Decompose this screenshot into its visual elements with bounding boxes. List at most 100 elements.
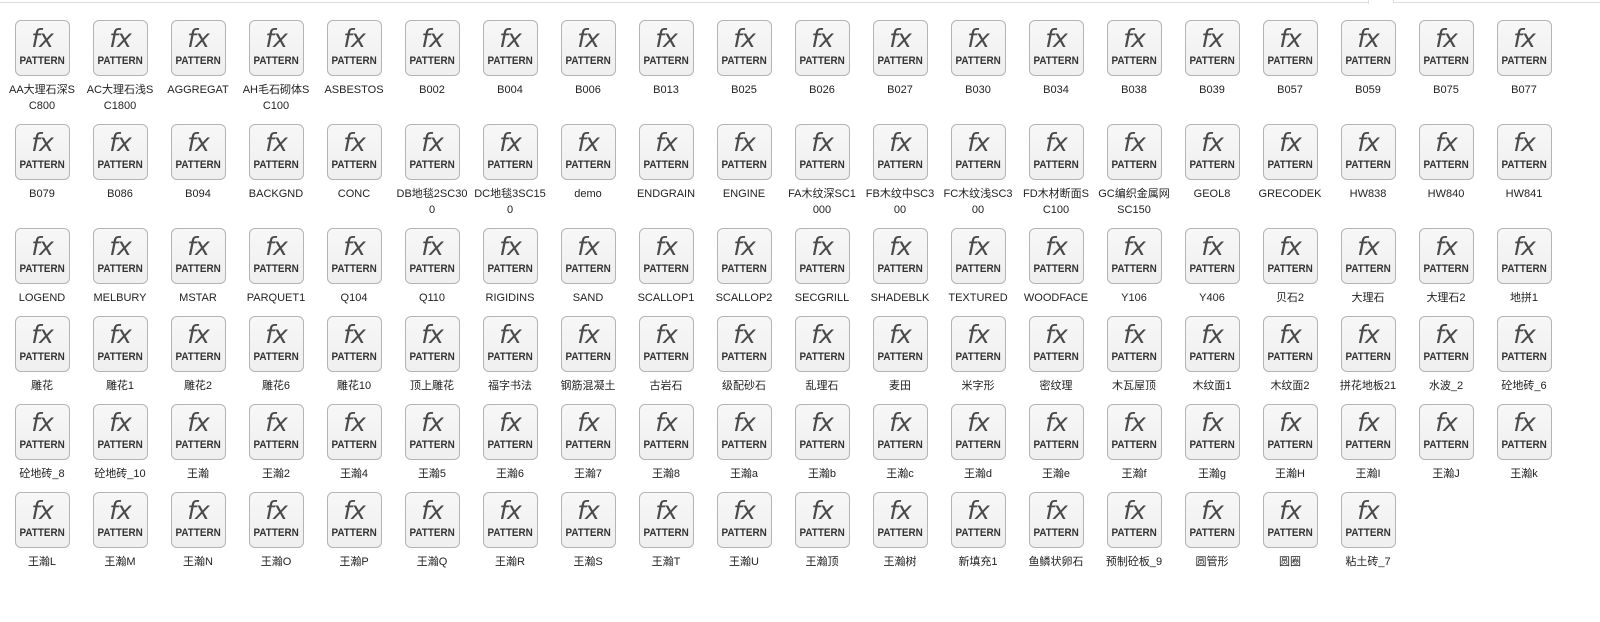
file-item[interactable]: fx PATTERN B075 — [1407, 20, 1485, 114]
file-item[interactable]: fx PATTERN 木纹面2 — [1251, 316, 1329, 394]
file-item[interactable]: fx PATTERN B039 — [1173, 20, 1251, 114]
file-item[interactable]: fx PATTERN B059 — [1329, 20, 1407, 114]
file-item[interactable]: fx PATTERN 王瀚H — [1251, 404, 1329, 482]
file-item[interactable]: fx PATTERN Y406 — [1173, 228, 1251, 306]
file-item[interactable]: fx PATTERN AA大理石深SC800 — [3, 20, 81, 114]
search-box[interactable] — [1393, 0, 1600, 3]
file-item[interactable]: fx PATTERN 砼地砖_6 — [1485, 316, 1563, 394]
file-item[interactable]: fx PATTERN 王瀚5 — [393, 404, 471, 482]
file-item[interactable]: fx PATTERN 砼地砖_10 — [81, 404, 159, 482]
file-item[interactable]: fx PATTERN 雕花1 — [81, 316, 159, 394]
file-item[interactable]: fx PATTERN 圆圈 — [1251, 492, 1329, 570]
file-item[interactable]: fx PATTERN 王瀚k — [1485, 404, 1563, 482]
file-item[interactable]: fx PATTERN B030 — [939, 20, 1017, 114]
file-item[interactable]: fx PATTERN 砼地砖_8 — [3, 404, 81, 482]
file-item[interactable]: fx PATTERN B013 — [627, 20, 705, 114]
file-item[interactable]: fx PATTERN AC大理石浅SC1800 — [81, 20, 159, 114]
file-item[interactable]: fx PATTERN 米字形 — [939, 316, 1017, 394]
file-item[interactable]: fx PATTERN B086 — [81, 124, 159, 218]
file-item[interactable]: fx PATTERN 贝石2 — [1251, 228, 1329, 306]
file-item[interactable]: fx PATTERN MSTAR — [159, 228, 237, 306]
file-item[interactable]: fx PATTERN SHADEBLK — [861, 228, 939, 306]
file-item[interactable]: fx PATTERN SECGRILL — [783, 228, 861, 306]
file-item[interactable]: fx PATTERN BACKGND — [237, 124, 315, 218]
file-item[interactable]: fx PATTERN WOODFACE — [1017, 228, 1095, 306]
file-item[interactable]: fx PATTERN LOGEND — [3, 228, 81, 306]
file-item[interactable]: fx PATTERN 王瀚N — [159, 492, 237, 570]
file-item[interactable]: fx PATTERN 水波_2 — [1407, 316, 1485, 394]
file-item[interactable]: fx PATTERN RIGIDINS — [471, 228, 549, 306]
file-item[interactable]: fx PATTERN 乱理石 — [783, 316, 861, 394]
file-item[interactable]: fx PATTERN ENDGRAIN — [627, 124, 705, 218]
file-item[interactable]: fx PATTERN 雕花2 — [159, 316, 237, 394]
file-item[interactable]: fx PATTERN AH毛石砌体SC100 — [237, 20, 315, 114]
file-item[interactable]: fx PATTERN Q104 — [315, 228, 393, 306]
file-item[interactable]: fx PATTERN B034 — [1017, 20, 1095, 114]
file-item[interactable]: fx PATTERN 王瀚P — [315, 492, 393, 570]
file-item[interactable]: fx PATTERN B057 — [1251, 20, 1329, 114]
file-item[interactable]: fx PATTERN 新填充1 — [939, 492, 1017, 570]
file-item[interactable]: fx PATTERN 雕花6 — [237, 316, 315, 394]
file-item[interactable]: fx PATTERN 鱼鳞状卵石 — [1017, 492, 1095, 570]
file-item[interactable]: fx PATTERN FC木纹浅SC300 — [939, 124, 1017, 218]
file-item[interactable]: fx PATTERN GEOL8 — [1173, 124, 1251, 218]
file-item[interactable]: fx PATTERN 福字书法 — [471, 316, 549, 394]
file-item[interactable]: fx PATTERN 预制砼板_9 — [1095, 492, 1173, 570]
file-item[interactable]: fx PATTERN 密纹理 — [1017, 316, 1095, 394]
file-item[interactable]: fx PATTERN 王瀚R — [471, 492, 549, 570]
file-item[interactable]: fx PATTERN 王瀚e — [1017, 404, 1095, 482]
address-bar[interactable] — [0, 0, 1368, 3]
file-item[interactable]: fx PATTERN 王瀚d — [939, 404, 1017, 482]
file-item[interactable]: fx PATTERN 王瀚S — [549, 492, 627, 570]
file-item[interactable]: fx PATTERN DB地毯2SC300 — [393, 124, 471, 218]
file-item[interactable]: fx PATTERN 王瀚f — [1095, 404, 1173, 482]
file-item[interactable]: fx PATTERN HW840 — [1407, 124, 1485, 218]
file-item[interactable]: fx PATTERN B079 — [3, 124, 81, 218]
file-item[interactable]: fx PATTERN ASBESTOS — [315, 20, 393, 114]
file-item[interactable]: fx PATTERN 顶上雕花 — [393, 316, 471, 394]
file-item[interactable]: fx PATTERN 王瀚a — [705, 404, 783, 482]
file-item[interactable]: fx PATTERN SCALLOP1 — [627, 228, 705, 306]
file-item[interactable]: fx PATTERN 王瀚顶 — [783, 492, 861, 570]
file-item[interactable]: fx PATTERN B094 — [159, 124, 237, 218]
file-item[interactable]: fx PATTERN 木瓦屋顶 — [1095, 316, 1173, 394]
file-item[interactable]: fx PATTERN DC地毯3SC150 — [471, 124, 549, 218]
file-item[interactable]: fx PATTERN FA木纹深SC1000 — [783, 124, 861, 218]
file-item[interactable]: fx PATTERN CONC — [315, 124, 393, 218]
file-item[interactable]: fx PATTERN 粘土砖_7 — [1329, 492, 1407, 570]
file-item[interactable]: fx PATTERN 王瀚b — [783, 404, 861, 482]
file-item[interactable]: fx PATTERN B026 — [783, 20, 861, 114]
file-item[interactable]: fx PATTERN PARQUET1 — [237, 228, 315, 306]
file-item[interactable]: fx PATTERN B038 — [1095, 20, 1173, 114]
file-item[interactable]: fx PATTERN HW841 — [1485, 124, 1563, 218]
file-item[interactable]: fx PATTERN 王瀚4 — [315, 404, 393, 482]
file-item[interactable]: fx PATTERN Q110 — [393, 228, 471, 306]
file-item[interactable]: fx PATTERN 王瀚2 — [237, 404, 315, 482]
file-item[interactable]: fx PATTERN 王瀚7 — [549, 404, 627, 482]
file-item[interactable]: fx PATTERN 圆管形 — [1173, 492, 1251, 570]
file-item[interactable]: fx PATTERN 雕花 — [3, 316, 81, 394]
file-item[interactable]: fx PATTERN B025 — [705, 20, 783, 114]
file-item[interactable]: fx PATTERN B002 — [393, 20, 471, 114]
file-item[interactable]: fx PATTERN 拼花地板21 — [1329, 316, 1407, 394]
file-item[interactable]: fx PATTERN 王瀚c — [861, 404, 939, 482]
file-item[interactable]: fx PATTERN 大理石2 — [1407, 228, 1485, 306]
file-item[interactable]: fx PATTERN 王瀚6 — [471, 404, 549, 482]
file-item[interactable]: fx PATTERN B006 — [549, 20, 627, 114]
file-item[interactable]: fx PATTERN 钢筋混凝土 — [549, 316, 627, 394]
file-item[interactable]: fx PATTERN 王瀚8 — [627, 404, 705, 482]
file-item[interactable]: fx PATTERN 王瀚M — [81, 492, 159, 570]
file-item[interactable]: fx PATTERN ENGINE — [705, 124, 783, 218]
file-item[interactable]: fx PATTERN 雕花10 — [315, 316, 393, 394]
file-item[interactable]: fx PATTERN GRECODEK — [1251, 124, 1329, 218]
file-item[interactable]: fx PATTERN 王瀚树 — [861, 492, 939, 570]
file-item[interactable]: fx PATTERN SCALLOP2 — [705, 228, 783, 306]
file-item[interactable]: fx PATTERN 大理石 — [1329, 228, 1407, 306]
file-item[interactable]: fx PATTERN SAND — [549, 228, 627, 306]
file-item[interactable]: fx PATTERN 王瀚L — [3, 492, 81, 570]
file-item[interactable]: fx PATTERN 王瀚g — [1173, 404, 1251, 482]
file-item[interactable]: fx PATTERN 王瀚O — [237, 492, 315, 570]
file-item[interactable]: fx PATTERN TEXTURED — [939, 228, 1017, 306]
file-item[interactable]: fx PATTERN 麦田 — [861, 316, 939, 394]
file-item[interactable]: fx PATTERN 古岩石 — [627, 316, 705, 394]
